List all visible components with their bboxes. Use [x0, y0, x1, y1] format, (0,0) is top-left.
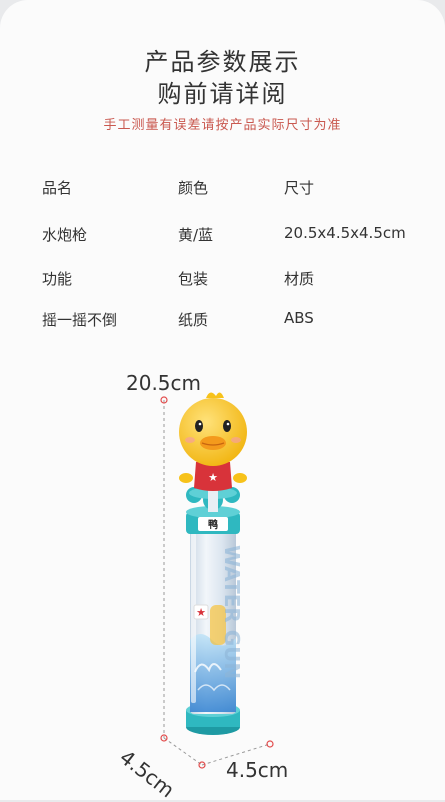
product-illustration: WATER GUN ★ 鸭 ★ [160, 392, 274, 769]
width-label: 4.5cm [226, 758, 289, 782]
water-tube: WATER GUN ★ [190, 530, 244, 714]
svg-text:★: ★ [208, 471, 218, 484]
duck-figure: ★ [179, 392, 247, 491]
height-label: 20.5cm [126, 371, 202, 395]
svg-text:鸭: 鸭 [208, 518, 218, 531]
height-dimension-line [160, 396, 168, 738]
svg-text:★: ★ [196, 606, 206, 619]
product-detail-card: 产品参数展示 购前请详阅 手工测量有误差请按产品实际尺寸为准 品名 颜色 尺寸 … [0, 0, 445, 802]
tube-vertical-text: WATER GUN [220, 545, 244, 679]
